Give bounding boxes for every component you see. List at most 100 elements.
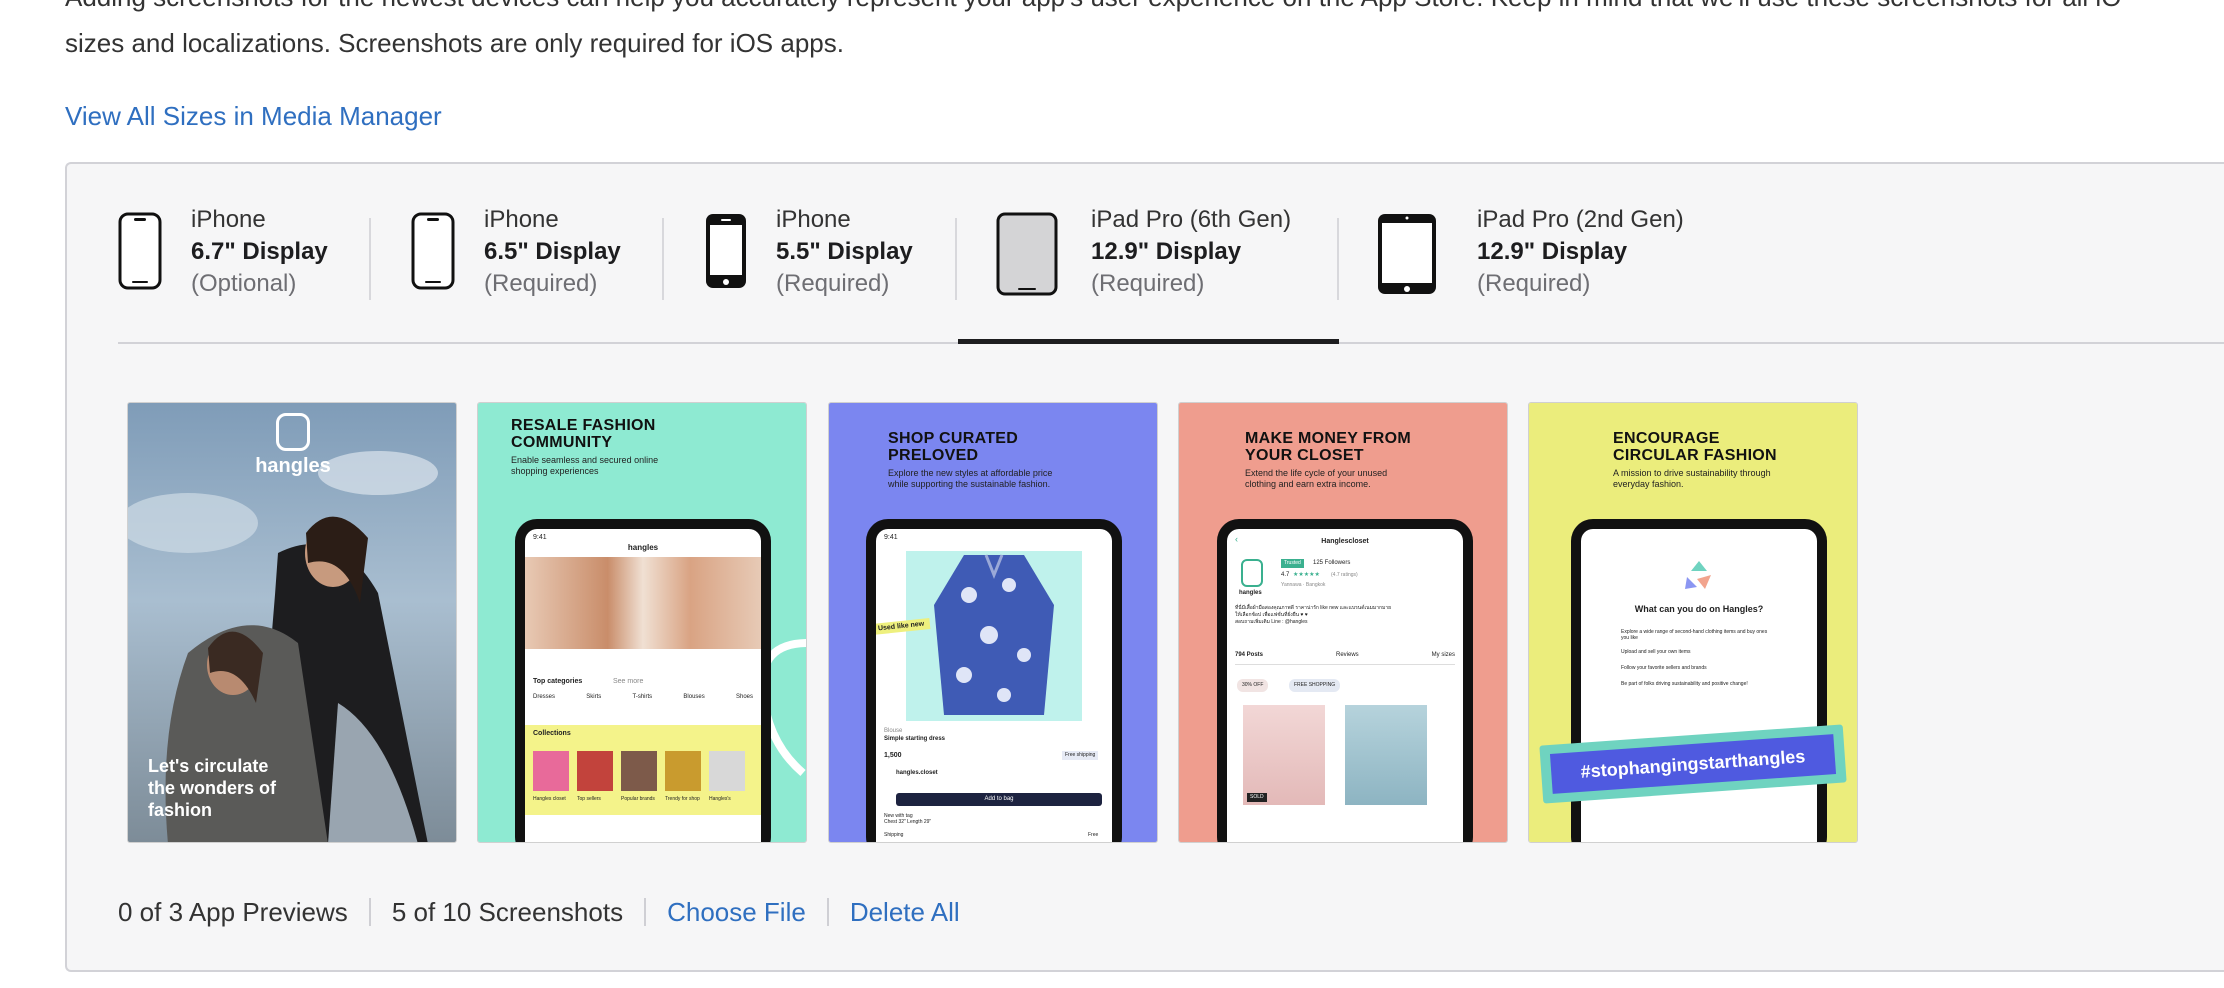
view-all-sizes-link[interactable]: View All Sizes in Media Manager — [65, 96, 442, 136]
screenshot-thumbnail-2[interactable]: RESALE FASHION COMMUNITY Enable seamless… — [477, 402, 807, 843]
tablet-mockup: ‹ Hanglescloset hangles Trusted 125 Foll… — [1217, 519, 1473, 842]
feature-item: Be part of folks driving sustainability … — [1621, 681, 1748, 687]
tablet-screen: 9:41 hangles Top categories See more Dre… — [525, 529, 761, 842]
footer-divider — [644, 898, 647, 926]
display-size: 12.9" Display — [1091, 238, 1242, 265]
feature-item: Follow your favorite sellers and brands — [1621, 665, 1707, 671]
screenshot-title: SHOP CURATED PRELOVED — [888, 430, 1019, 464]
collections-section: Collections Hangles closet Top sellers P… — [525, 725, 761, 815]
requirement: (Optional) — [191, 270, 297, 297]
see-more-link: See more — [613, 678, 644, 685]
tab-iphone-6-5[interactable]: iPhone 6.5" Display (Required) — [411, 202, 661, 342]
device-name: iPad Pro (6th Gen) — [1091, 206, 1292, 233]
tab-label: iPhone 6.7" Display (Optional) — [191, 204, 328, 300]
shirt-photo — [934, 554, 1054, 715]
shop-bio: ที่นี่มีเสื้อผ้ามือสองคุณภาพดี ราคาน่ารั… — [1235, 605, 1392, 625]
tablet-screen: ‹ Hanglescloset hangles Trusted 125 Foll… — [1227, 529, 1463, 842]
requirement: (Required) — [1091, 270, 1205, 297]
item-details: New with tag Chest 32" Length 29" — [884, 813, 932, 825]
collection-label: Hangles's — [709, 796, 731, 802]
tab-label: iPhone 6.5" Display (Required) — [484, 204, 621, 300]
footer-divider — [826, 898, 829, 926]
requirement: (Required) — [776, 270, 890, 297]
ipad-home-button-icon — [1378, 214, 1436, 294]
status-time: 9:41 — [884, 534, 898, 541]
tablet-screen: 9:41 Used like new Blouse Simple startin… — [876, 529, 1112, 842]
hashtag-text: #stophangingstarthangles — [1549, 734, 1837, 794]
iphone-icon — [411, 212, 455, 290]
device-name: iPhone — [191, 206, 266, 233]
screenshot-thumbnail-4[interactable]: MAKE MONEY FROM YOUR CLOSET Extend the l… — [1178, 402, 1508, 843]
shipping-badge: Free shipping — [1062, 751, 1099, 760]
iphone-home-button-icon — [706, 214, 746, 288]
tab-label: iPad Pro (6th Gen) 12.9" Display (Requir… — [1091, 204, 1291, 300]
screenshot-subtitle: Extend the life cycle of your unused clo… — [1245, 468, 1388, 489]
discount-chip: 30% OFF — [1237, 679, 1269, 692]
category-item: Shoes — [735, 694, 753, 700]
collection-label: Trendy for shop — [665, 796, 700, 802]
tab-label: iPad Pro (2nd Gen) 12.9" Display (Requir… — [1477, 204, 1684, 300]
screenshot-thumbnail-1[interactable]: hangles Let's circulate the wonders of f… — [127, 402, 457, 843]
rating-stars-icon: ★★★★★ — [1293, 572, 1320, 578]
screenshot-thumbnail-5[interactable]: ENCOURAGE CIRCULAR FASHION A mission to … — [1528, 402, 1858, 843]
product-photo — [1243, 705, 1325, 805]
display-size: 5.5" Display — [776, 238, 913, 265]
intro-line-2: sizes and localizations. Screenshots are… — [65, 28, 844, 58]
collection-label: Hangles closet — [533, 796, 566, 802]
section-title: Top categories — [533, 678, 583, 685]
item-name: Simple starting dress — [884, 736, 946, 742]
followers-count: 125 Followers — [1313, 560, 1351, 566]
category-item: Skirts — [586, 694, 602, 700]
screenshot-title: ENCOURAGE CIRCULAR FASHION — [1613, 430, 1777, 464]
tab-iphone-6-7[interactable]: iPhone 6.7" Display (Optional) — [118, 202, 373, 342]
app-brand: hangles — [627, 543, 659, 552]
item-price: 1,500 — [884, 752, 902, 759]
shipping-label: Shipping — [884, 832, 904, 838]
requirement: (Required) — [1477, 270, 1591, 297]
shop-tab: Reviews — [1336, 652, 1359, 658]
shipping-chip: FREE SHOPPING — [1289, 679, 1341, 692]
tab-ipad-pro-6th-gen[interactable]: iPad Pro (6th Gen) 12.9" Display (Requir… — [955, 202, 1339, 344]
shop-logo — [1241, 559, 1263, 587]
brand-name: hangles — [255, 455, 331, 477]
ratings-count: (4.7 ratings) — [1331, 572, 1358, 578]
screenshot-title: RESALE FASHION COMMUNITY — [511, 417, 656, 451]
iphone-icon — [118, 212, 162, 290]
screenshot-thumbnail-3[interactable]: SHOP CURATED PRELOVED Explore the new st… — [828, 402, 1158, 843]
intro-line-1: Adding screenshots for the newest device… — [65, 0, 2121, 12]
shipping-value: Free — [1088, 832, 1099, 838]
tab-divider — [369, 218, 371, 300]
sold-badge: SOLD — [1247, 793, 1267, 802]
shop-tab: 794 Posts — [1235, 652, 1264, 658]
tab-divider — [662, 218, 664, 300]
screen-heading: What can you do on Hangles? — [1634, 604, 1764, 614]
screenshot-subtitle: A mission to drive sustainability throug… — [1613, 468, 1771, 489]
tab-iphone-5-5[interactable]: iPhone 5.5" Display (Required) — [704, 202, 954, 342]
tab-ipad-pro-2nd-gen[interactable]: iPad Pro (2nd Gen) 12.9" Display (Requir… — [1344, 202, 1684, 342]
ipad-icon — [996, 212, 1058, 296]
display-size: 12.9" Display — [1477, 238, 1628, 265]
tab-label: iPhone 5.5" Display (Required) — [776, 204, 913, 300]
screenshot-panel: iPhone 6.7" Display (Optional) iPhone 6.… — [65, 162, 2224, 972]
choose-file-button[interactable]: Choose File — [667, 897, 806, 928]
screenshot-title: MAKE MONEY FROM YOUR CLOSET — [1245, 430, 1411, 464]
delete-all-button[interactable]: Delete All — [850, 897, 960, 928]
tab-divider — [1337, 218, 1339, 300]
shop-rating: 4.7 — [1281, 572, 1290, 578]
shop-brand: hangles — [1239, 590, 1262, 596]
device-tabs: iPhone 6.7" Display (Optional) iPhone 6.… — [118, 202, 2224, 344]
device-name: iPad Pro (2nd Gen) — [1477, 206, 1684, 233]
collection-label: Popular brands — [621, 796, 655, 802]
intro-text: Adding screenshots for the newest device… — [65, 0, 2224, 66]
display-size: 6.5" Display — [484, 238, 621, 265]
add-to-bag-button: Add to bag — [896, 793, 1102, 806]
product-photo — [1345, 705, 1427, 805]
shop-tabs: 794 Posts Reviews My sizes — [1235, 651, 1455, 665]
banner-photo — [525, 557, 761, 649]
recycle-icon — [1685, 561, 1711, 589]
collection-label: Top sellers — [577, 796, 601, 802]
category-item: Dresses — [533, 694, 556, 700]
tablet-mockup: 9:41 Used like new Blouse Simple startin… — [866, 519, 1122, 842]
feature-item: Explore a wide range of second-hand clot… — [1621, 629, 1768, 641]
requirement: (Required) — [484, 270, 598, 297]
